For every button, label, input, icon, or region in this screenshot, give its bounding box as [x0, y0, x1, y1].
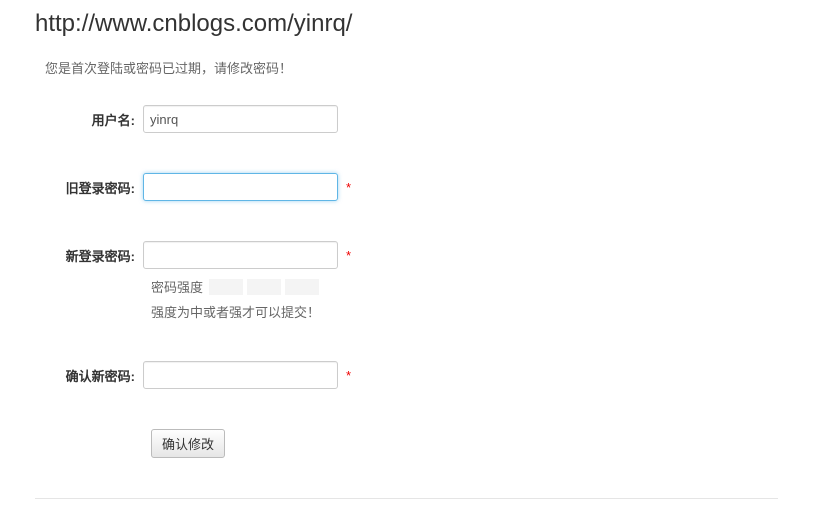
old-password-input[interactable] [143, 173, 338, 201]
strength-hint: 强度为中或者强才可以提交！ [151, 302, 778, 321]
strength-bars [209, 279, 319, 295]
password-strength-row: 密码强度 [151, 277, 778, 296]
confirm-password-input[interactable] [143, 361, 338, 389]
confirm-password-row: 确认新密码: * [35, 361, 778, 389]
submit-button[interactable]: 确认修改 [151, 429, 225, 458]
confirm-password-required: * [346, 368, 351, 383]
username-row: 用户名: [35, 105, 778, 133]
strength-bar-strong [285, 279, 319, 295]
strength-bar-medium [247, 279, 281, 295]
new-password-row: 新登录密码: * [35, 241, 778, 269]
new-password-label: 新登录密码: [35, 246, 143, 265]
new-password-input[interactable] [143, 241, 338, 269]
old-password-row: 旧登录密码: * [35, 173, 778, 201]
old-password-required: * [346, 180, 351, 195]
notice-message: 您是首次登陆或密码已过期，请修改密码！ [45, 58, 778, 77]
old-password-label: 旧登录密码: [35, 178, 143, 197]
strength-label: 密码强度 [151, 277, 203, 296]
page-url-heading: http://www.cnblogs.com/yinrq/ [35, 10, 778, 38]
username-input[interactable] [143, 105, 338, 133]
confirm-password-label: 确认新密码: [35, 366, 143, 385]
new-password-required: * [346, 248, 351, 263]
username-label: 用户名: [35, 110, 143, 129]
divider [35, 498, 778, 499]
strength-bar-weak [209, 279, 243, 295]
